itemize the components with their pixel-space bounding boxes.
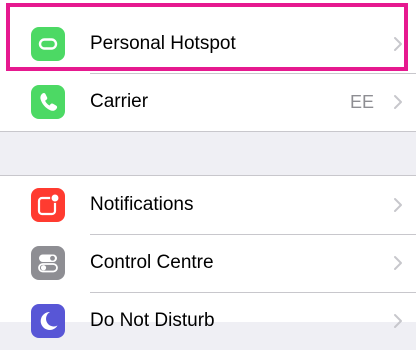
settings-row-notifications[interactable]: Notifications	[0, 176, 416, 234]
moon-icon	[31, 304, 65, 338]
settings-row-personal-hotspot[interactable]: Personal Hotspot	[0, 15, 416, 73]
settings-row-label: Carrier	[90, 91, 149, 112]
chevron-right-icon	[394, 198, 402, 212]
settings-row-label: Control Centre	[90, 252, 214, 273]
settings-row-label: Notifications	[90, 194, 194, 215]
group-bottom-divider	[0, 131, 416, 132]
settings-row-control-centre[interactable]: Control Centre	[0, 234, 416, 292]
phone-icon	[31, 85, 65, 119]
chevron-right-icon	[394, 314, 402, 328]
settings-group-system: Notifications Control Centre Do Not Dist…	[0, 176, 416, 338]
chevron-right-icon	[394, 37, 402, 51]
toggles-icon	[31, 246, 65, 280]
notifications-icon	[31, 188, 65, 222]
settings-row-do-not-disturb[interactable]: Do Not Disturb	[0, 292, 416, 350]
chevron-right-icon	[394, 95, 402, 109]
settings-group-network: Personal Hotspot Carrier EE	[0, 0, 416, 131]
settings-row-label: Do Not Disturb	[90, 310, 215, 331]
carrier-value: EE	[349, 92, 374, 112]
settings-row-carrier[interactable]: Carrier EE	[0, 73, 416, 131]
link-icon	[31, 27, 65, 61]
chevron-right-icon	[394, 256, 402, 270]
settings-row-label: Personal Hotspot	[90, 33, 236, 54]
